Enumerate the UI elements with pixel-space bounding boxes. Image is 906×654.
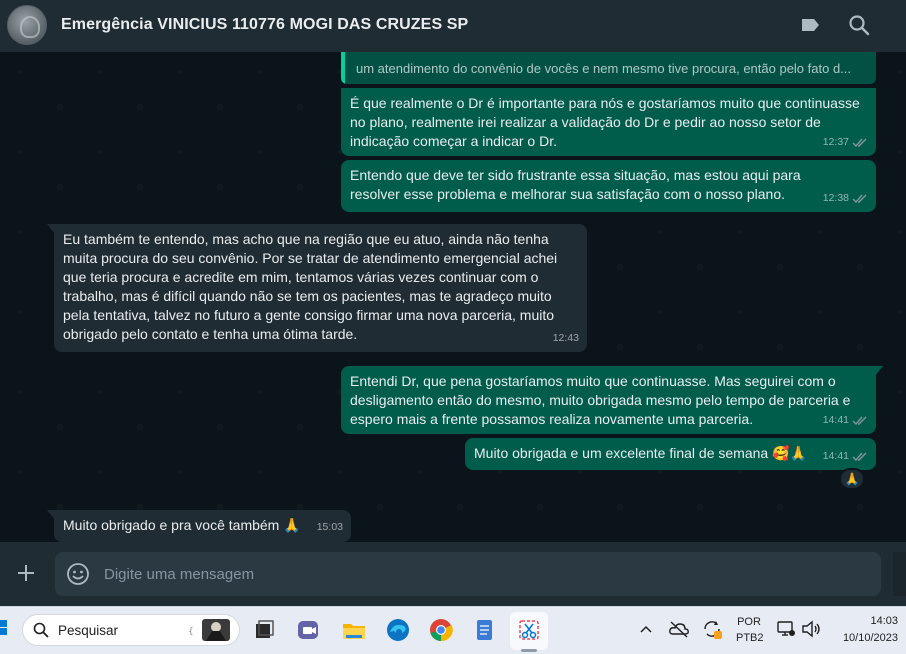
message-time: 15:03	[316, 521, 343, 533]
bubble-tail	[875, 366, 883, 376]
edge-icon[interactable]	[384, 616, 412, 644]
chevron-up-icon[interactable]	[639, 624, 653, 634]
message-time: 12:37	[822, 136, 849, 148]
message-reaction[interactable]: 🙏	[839, 468, 865, 490]
message-time: 12:38	[822, 192, 849, 204]
read-ticks-icon	[852, 452, 867, 461]
window-edge	[893, 552, 906, 596]
message-meta: 14:41	[823, 447, 868, 466]
notepad-icon[interactable]	[470, 616, 498, 644]
taskbar-clock-date[interactable]: 10/10/2023	[830, 632, 898, 644]
message-meta: 12:43	[553, 329, 579, 348]
message-text: Muito obrigado e pra você também 🙏	[63, 517, 301, 533]
message-text: É que realmente o Dr é importante para n…	[350, 95, 860, 149]
onedrive-offline-icon[interactable]	[668, 620, 690, 638]
task-view-icon[interactable]	[250, 616, 278, 644]
windows-start-icon[interactable]	[0, 620, 8, 636]
taskbar-search-label: Pesquisar	[58, 623, 119, 638]
quote-accent-bar	[341, 52, 345, 84]
message-meta: 15:03	[317, 518, 343, 537]
search-icon[interactable]	[848, 14, 870, 36]
message-text: Entendo que deve ter sido frustrante ess…	[350, 167, 801, 202]
read-ticks-icon	[852, 416, 867, 425]
message-bubble-incoming[interactable]: Muito obrigado e pra você também 🙏 15:03	[47, 510, 351, 542]
message-text: Muito obrigada e um excelente final de s…	[474, 445, 807, 461]
message-text: Eu também te entendo, mas acho que na re…	[63, 231, 558, 342]
message-meta: 12:37	[823, 133, 868, 152]
chat-scrollbar[interactable]	[900, 52, 906, 542]
bubble-tail	[47, 224, 55, 234]
chat-title[interactable]: Emergência VINICIUS 110776 MOGI DAS CRUZ…	[61, 16, 468, 34]
active-app-indicator	[521, 649, 537, 652]
message-bubble-outgoing[interactable]: É que realmente o Dr é importante para n…	[341, 88, 876, 156]
message-meta: 12:38	[823, 189, 868, 208]
svg-text:{: {	[188, 627, 194, 637]
volume-icon[interactable]	[801, 620, 821, 638]
message-time: 14:41	[822, 414, 849, 426]
message-bubble-incoming[interactable]: Eu também te entendo, mas acho que na re…	[47, 224, 587, 352]
message-bubble-outgoing[interactable]: Muito obrigada e um excelente final de s…	[465, 438, 876, 470]
search-highlight-image: {	[188, 619, 230, 641]
message-input[interactable]	[104, 559, 844, 589]
message-list[interactable]: um atendimento do convênio de vocês e ne…	[0, 52, 906, 542]
taskbar-clock-time[interactable]: 14:03	[830, 615, 898, 627]
quoted-message[interactable]: um atendimento do convênio de vocês e ne…	[341, 52, 876, 84]
message-text: Entendi Dr, que pena gostaríamos muito q…	[350, 373, 851, 427]
read-ticks-icon	[852, 194, 867, 203]
chrome-icon[interactable]	[427, 616, 455, 644]
plus-icon[interactable]	[16, 563, 36, 583]
taskbar-search-icon	[33, 622, 49, 638]
label-icon[interactable]	[800, 17, 820, 33]
message-time: 14:41	[822, 450, 849, 462]
file-explorer-icon[interactable]	[340, 616, 368, 644]
chat-header[interactable]: Emergência VINICIUS 110776 MOGI DAS CRUZ…	[0, 0, 906, 52]
message-bubble-outgoing[interactable]: Entendo que deve ter sido frustrante ess…	[341, 160, 876, 212]
read-ticks-icon	[852, 138, 867, 147]
input-language[interactable]: POR	[736, 616, 762, 628]
keyboard-layout[interactable]: PTB2	[736, 632, 764, 644]
message-meta: 14:41	[823, 411, 868, 430]
display-network-icon[interactable]	[776, 620, 796, 638]
emoji-icon[interactable]	[66, 562, 90, 586]
contact-avatar[interactable]	[7, 5, 47, 45]
teams-icon[interactable]	[294, 616, 322, 644]
bubble-tail	[47, 510, 55, 520]
sync-warning-icon[interactable]	[701, 618, 723, 640]
snipping-tool-icon[interactable]	[515, 616, 543, 644]
message-bubble-outgoing[interactable]: Entendi Dr, que pena gostaríamos muito q…	[341, 366, 883, 434]
quoted-message-text: um atendimento do convênio de vocês e ne…	[356, 61, 852, 76]
message-time: 12:43	[552, 332, 579, 344]
